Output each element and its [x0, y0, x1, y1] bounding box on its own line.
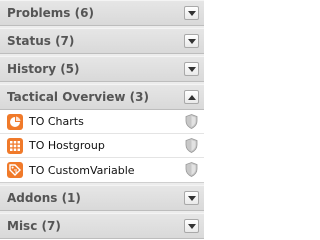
chevron-down-icon	[187, 38, 196, 44]
section-misc[interactable]: Misc (7)	[0, 213, 204, 239]
tactical-overview-items: TO Charts TO Hostgroup TO CustomVariable	[0, 110, 204, 183]
item-label: TO CustomVariable	[29, 163, 135, 177]
shield-icon	[185, 114, 198, 133]
expand-toggle-button[interactable]	[184, 219, 199, 233]
list-item-to-hostgroup[interactable]: TO Hostgroup	[0, 134, 204, 158]
tag-icon	[7, 162, 23, 178]
shield-icon	[185, 138, 198, 157]
section-tactical-overview[interactable]: Tactical Overview (3)	[0, 84, 204, 110]
item-label: TO Charts	[29, 115, 84, 128]
expand-toggle-button[interactable]	[184, 34, 199, 48]
shield-icon	[185, 162, 198, 181]
collapse-toggle-button[interactable]	[184, 90, 199, 104]
section-title: History (5)	[7, 62, 80, 76]
section-title: Misc (7)	[7, 219, 61, 233]
list-item-to-charts[interactable]: TO Charts	[0, 110, 204, 134]
chevron-down-icon	[187, 66, 196, 72]
chevron-down-icon	[187, 223, 196, 229]
chart-icon	[7, 113, 23, 130]
grid-icon	[7, 137, 23, 154]
expand-toggle-button[interactable]	[184, 6, 199, 20]
expand-toggle-button[interactable]	[184, 191, 199, 205]
chevron-up-icon	[187, 94, 196, 100]
list-item-to-customvariable[interactable]: TO CustomVariable	[0, 158, 204, 182]
section-title: Addons (1)	[7, 191, 81, 205]
section-title: Problems (6)	[7, 6, 94, 20]
item-label: TO Hostgroup	[29, 139, 105, 152]
section-addons[interactable]: Addons (1)	[0, 185, 204, 211]
chevron-down-icon	[187, 10, 196, 16]
expand-toggle-button[interactable]	[184, 62, 199, 76]
section-status[interactable]: Status (7)	[0, 28, 204, 54]
section-title: Status (7)	[7, 34, 75, 48]
section-problems[interactable]: Problems (6)	[0, 0, 204, 26]
section-history[interactable]: History (5)	[0, 56, 204, 82]
section-title: Tactical Overview (3)	[7, 90, 149, 104]
chevron-down-icon	[187, 195, 196, 201]
sidebar-panel: Problems (6) Status (7) History (5) Tact…	[0, 0, 204, 239]
